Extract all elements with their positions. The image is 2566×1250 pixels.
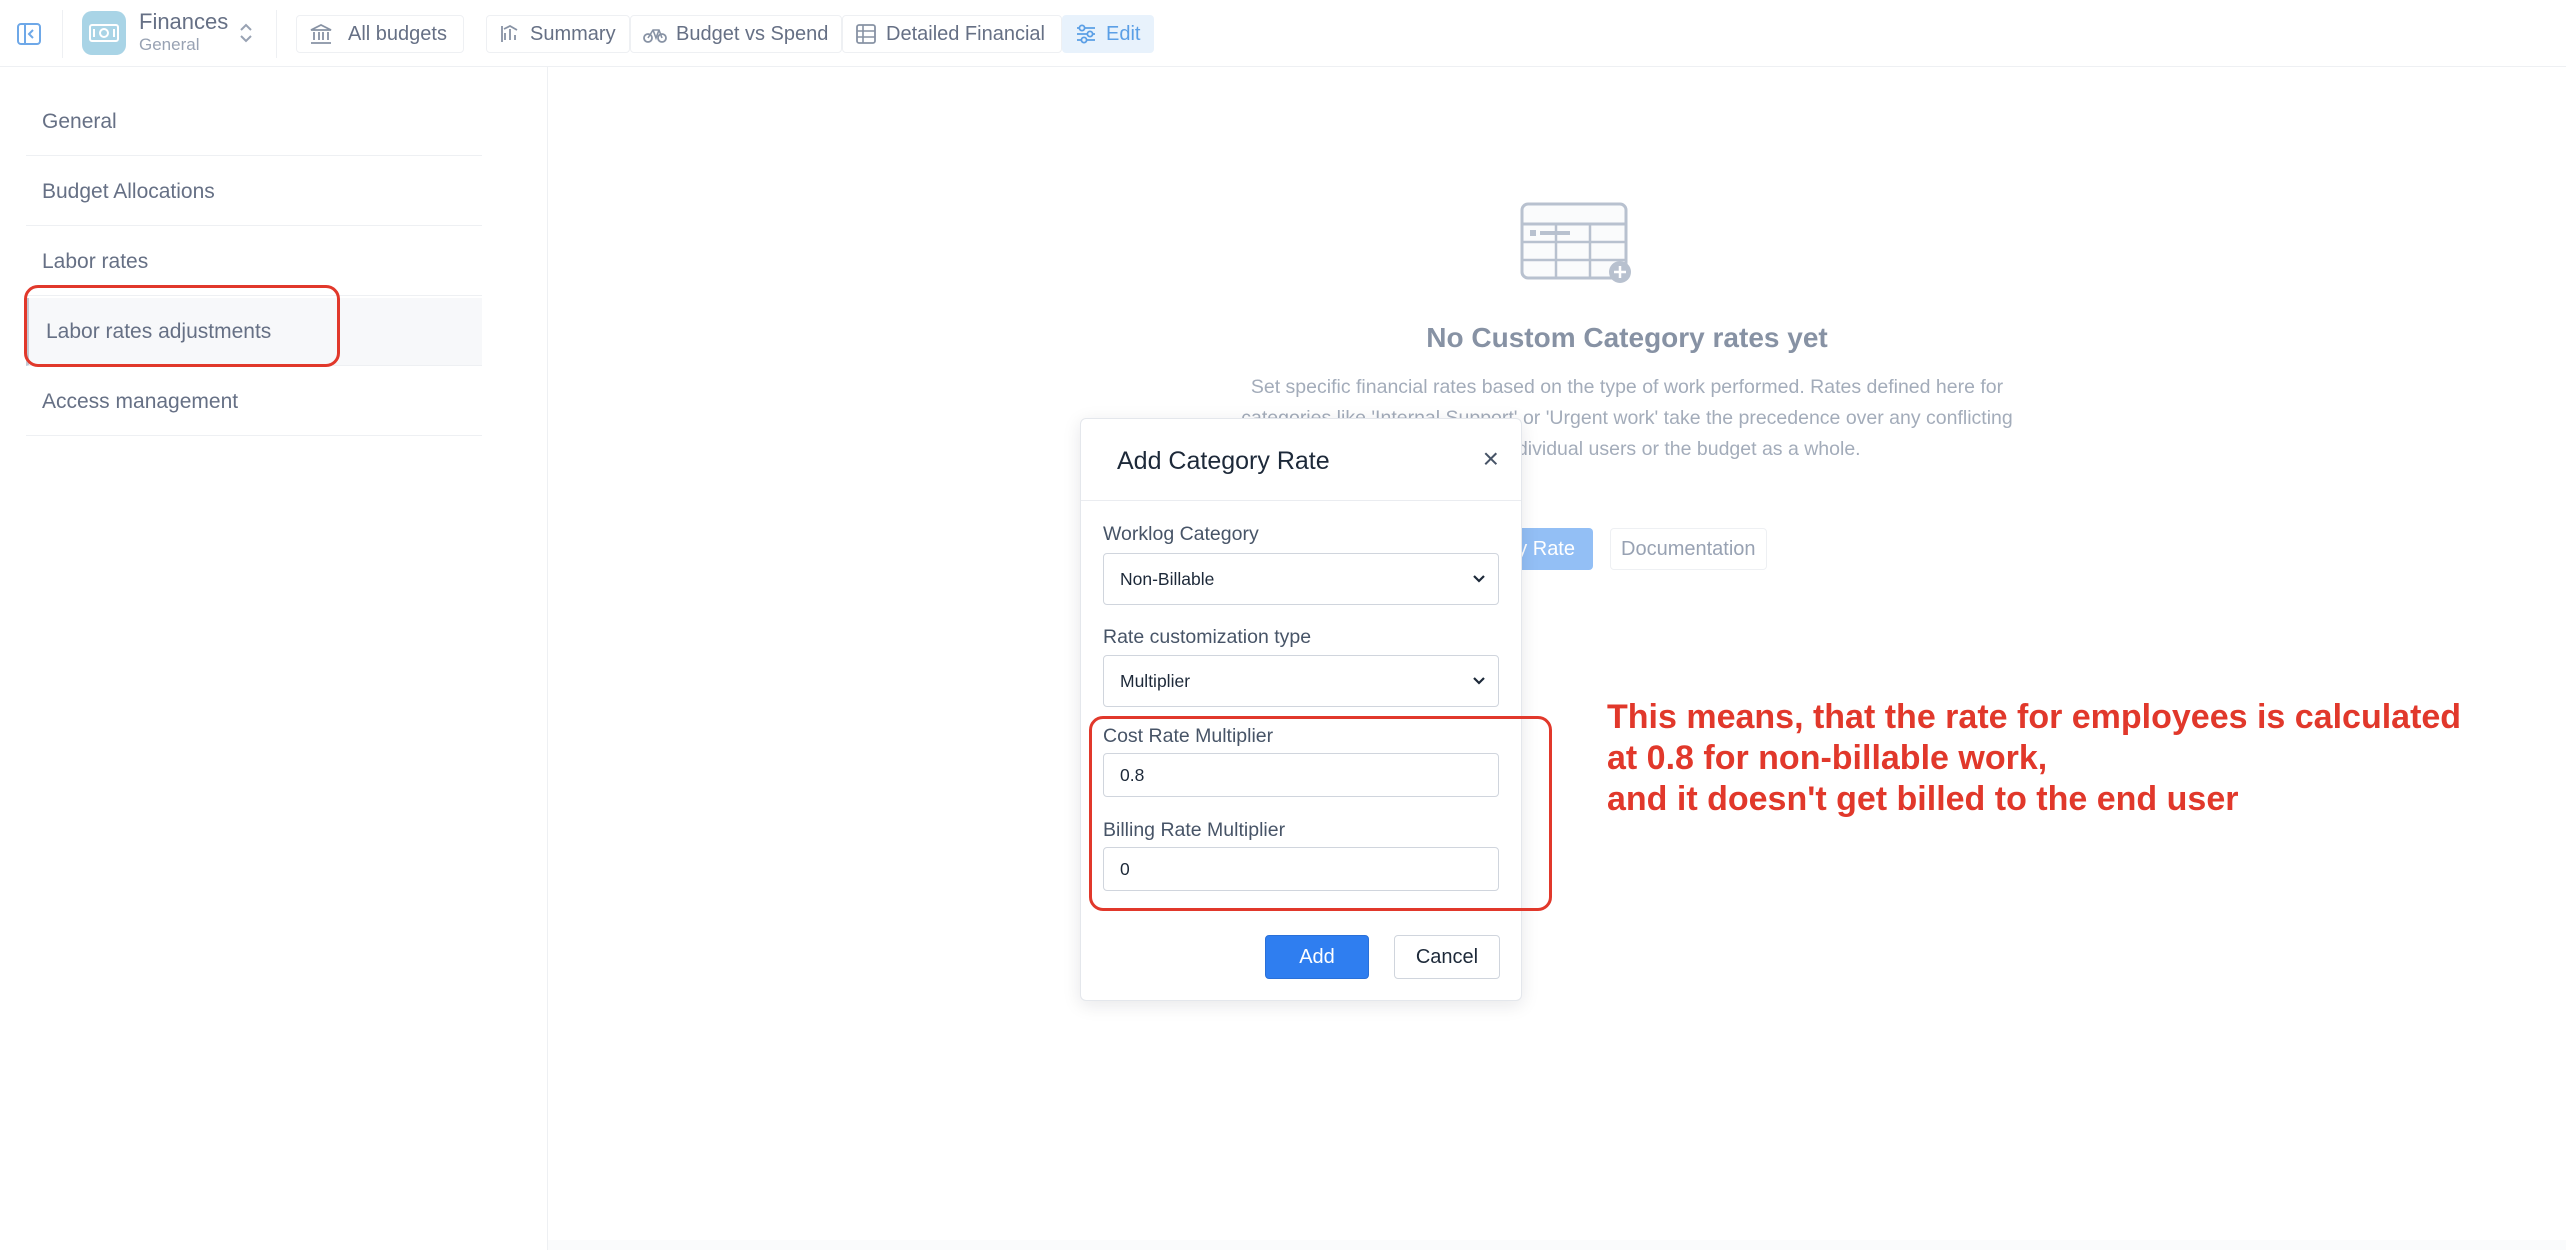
annotation-highlight-sidebar [24, 285, 340, 367]
tab-label: Edit [1106, 22, 1141, 45]
sidebar-toggle-icon[interactable] [14, 19, 44, 49]
annotation-highlight-multipliers [1089, 716, 1552, 911]
top-bar: Finances General All budgets Summary Bud… [0, 0, 2566, 67]
button-label: y Rate [1517, 537, 1575, 560]
tab-edit[interactable]: Edit [1062, 15, 1154, 53]
sidebar-item-label: Labor rates [42, 249, 149, 273]
worklog-category-label: Worklog Category [1103, 523, 1259, 545]
tab-budget-vs-spend[interactable]: Budget vs Spend [630, 15, 842, 53]
dialog-header: Add Category Rate × [1081, 419, 1521, 501]
table-icon [856, 24, 876, 44]
sidebar-item-label: Access management [42, 389, 239, 413]
settings-sidebar: General Budget Allocations Labor rates L… [0, 67, 548, 1250]
divider [276, 10, 277, 58]
divider [62, 10, 63, 58]
tab-label: Summary [530, 22, 616, 45]
chevron-down-icon [1473, 677, 1485, 685]
annotation-line: and it doesn't get billed to the end use… [1607, 780, 2239, 818]
empty-state-title: No Custom Category rates yet [1426, 322, 1828, 353]
tab-summary[interactable]: Summary [486, 15, 630, 53]
dialog-title: Add Category Rate [1117, 447, 1330, 475]
sliders-icon [1077, 24, 1095, 44]
cancel-button[interactable]: Cancel [1394, 935, 1500, 979]
select-value: Non-Billable [1120, 568, 1215, 589]
tab-detailed-financial[interactable]: Detailed Financial [842, 15, 1062, 53]
bank-icon [310, 23, 332, 44]
tab-label: Detailed Financial [886, 22, 1045, 45]
chevron-down-icon [1473, 575, 1485, 583]
tab-all-budgets[interactable]: All budgets [296, 15, 464, 53]
tab-label: All budgets [348, 22, 447, 45]
finances-logo-icon [82, 11, 126, 55]
close-icon[interactable]: × [1483, 445, 1499, 473]
chevron-updown-icon[interactable] [236, 20, 256, 51]
app-subtitle: General [139, 35, 200, 54]
bicycle-icon [643, 29, 667, 43]
rate-type-label: Rate customization type [1103, 626, 1312, 648]
sidebar-item-budget-allocations[interactable]: Budget Allocations [26, 158, 482, 226]
annotation-line: This means, that the rate for employees … [1607, 698, 2462, 736]
sidebar-item-access-management[interactable]: Access management [26, 368, 482, 436]
table-add-icon [1520, 202, 1636, 291]
app-name[interactable]: Finances [139, 9, 228, 35]
rate-type-select[interactable]: Multiplier [1103, 655, 1499, 707]
sidebar-item-label: Budget Allocations [42, 179, 215, 203]
annotation-note: This means, that the rate for employees … [1607, 697, 2547, 820]
worklog-category-select[interactable]: Non-Billable [1103, 553, 1499, 605]
sidebar-item-general[interactable]: General [26, 88, 482, 156]
tab-label: Budget vs Spend [676, 22, 829, 45]
footer-strip [548, 1240, 2566, 1250]
chart-icon [501, 24, 518, 42]
add-button[interactable]: Add [1265, 935, 1369, 979]
sidebar-item-label: General [42, 109, 117, 133]
select-value: Multiplier [1120, 670, 1191, 691]
documentation-button[interactable]: Documentation [1610, 528, 1767, 570]
annotation-line: at 0.8 for non-billable work, [1607, 739, 2048, 777]
add-category-rate-dialog: Add Category Rate × Worklog Category Non… [1080, 418, 1522, 1001]
